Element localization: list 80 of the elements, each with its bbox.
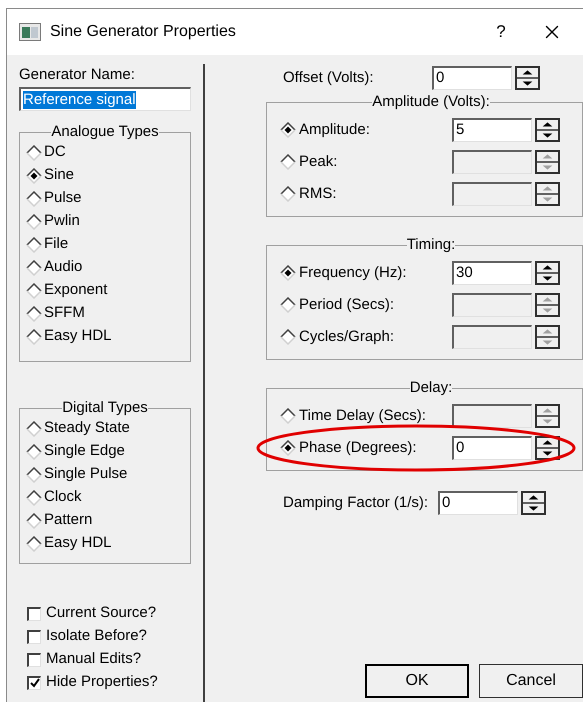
checkbox-label: Manual Edits? [46, 649, 142, 670]
radio-button[interactable] [26, 144, 42, 160]
radio-button[interactable] [26, 328, 42, 344]
app-icon [19, 23, 41, 41]
spinner-icon[interactable] [535, 182, 560, 206]
radio-button[interactable] [26, 260, 42, 276]
radio-button[interactable] [26, 444, 42, 460]
option-label: Clock [44, 487, 82, 508]
option-label: Audio [44, 257, 82, 278]
spinner-icon[interactable] [535, 404, 560, 428]
radio-button[interactable] [26, 282, 42, 298]
option-label: Single Edge [44, 441, 125, 462]
checkbox-label: Isolate Before? [46, 626, 147, 646]
group-title: Timing: [406, 237, 456, 253]
number-field[interactable]: 30 [452, 261, 532, 285]
checkbox-label: Hide Properties? [46, 672, 158, 692]
check-icon [30, 678, 40, 688]
option-label: Exponent [44, 280, 108, 300]
spinner-icon[interactable] [535, 118, 560, 142]
name-field[interactable]: Reference signal [19, 87, 191, 111]
help-button[interactable]: ? [486, 19, 516, 45]
field-label: Generator Name: [19, 66, 136, 84]
checkbox[interactable] [27, 676, 41, 690]
checkbox-label: Current Source? [46, 603, 156, 624]
option-label: Easy HDL [44, 533, 112, 554]
radio-button[interactable] [26, 214, 42, 230]
option-label: Pwlin [44, 211, 80, 232]
option-label: SFFM [44, 303, 85, 324]
dialog-button[interactable]: OK [365, 664, 469, 698]
option-label: Easy HDL [44, 326, 112, 346]
radio-button[interactable] [26, 168, 42, 184]
checkbox[interactable] [27, 630, 41, 644]
option-label: Time Delay (Secs): [299, 406, 426, 426]
option-label: RMS: [299, 184, 336, 204]
spinner-icon[interactable] [535, 436, 560, 460]
radio-button[interactable] [280, 122, 296, 138]
spinner-icon[interactable] [535, 261, 560, 285]
radio-button[interactable] [26, 466, 42, 482]
group-title: Delay: [410, 380, 452, 396]
radio-button[interactable] [280, 265, 296, 281]
group-title: Digital Types [62, 400, 148, 416]
option-label: Amplitude: [299, 120, 370, 140]
option-label: Cycles/Graph: [299, 326, 394, 347]
spinner-icon[interactable] [515, 66, 540, 90]
radio-button[interactable] [26, 236, 42, 252]
field-label: Offset (Volts): [282, 68, 375, 88]
option-label: Sine [44, 165, 74, 186]
radio-button[interactable] [26, 512, 42, 528]
radio-button[interactable] [26, 420, 42, 436]
number-field[interactable]: 5 [452, 118, 532, 142]
number-field[interactable]: 0 [432, 66, 512, 90]
option-label: File [44, 234, 68, 254]
radio-button[interactable] [26, 190, 42, 206]
option-label: Frequency (Hz): [299, 262, 407, 283]
option-label: Pattern [44, 510, 92, 530]
option-label: DC [44, 142, 66, 162]
checkbox[interactable] [27, 652, 41, 666]
option-label: Peak: [299, 152, 338, 172]
option-label: Phase (Degrees): [299, 438, 417, 458]
spinner-icon[interactable] [535, 325, 560, 349]
field-label: Damping Factor (1/s): [282, 492, 430, 513]
radio-button[interactable] [26, 490, 42, 506]
spinner-icon[interactable] [535, 293, 560, 317]
option-label: Pulse [44, 188, 82, 208]
spinner-icon[interactable] [535, 150, 560, 174]
option-label: Period (Secs): [299, 294, 394, 315]
radio-button[interactable] [26, 536, 42, 552]
group-title: Analogue Types [51, 124, 159, 140]
option-label: Steady State [44, 418, 130, 438]
number-field[interactable]: 0 [438, 491, 518, 515]
field-value: Reference signal [23, 90, 136, 108]
spinner-icon[interactable] [521, 491, 546, 515]
number-field[interactable]: 0 [452, 436, 532, 460]
window-title: Sine Generator Properties [50, 22, 236, 42]
group-title: Amplitude (Volts): [372, 94, 490, 110]
radio-button[interactable] [280, 440, 296, 456]
radio-button[interactable] [26, 306, 42, 322]
dialog-button[interactable]: Cancel [479, 664, 583, 698]
checkbox[interactable] [27, 606, 41, 620]
option-label: Single Pulse [44, 464, 128, 484]
